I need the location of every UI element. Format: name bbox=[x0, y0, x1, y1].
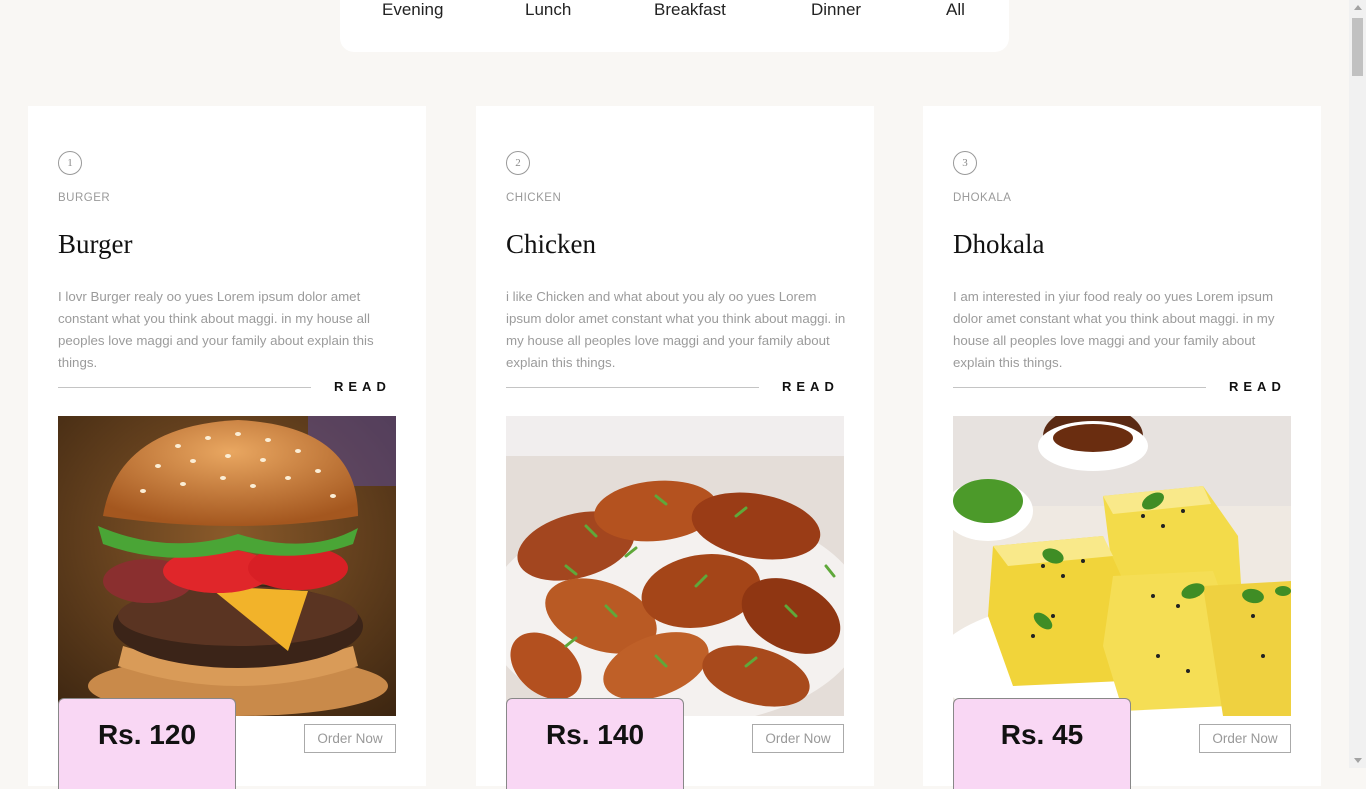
card-title: Dhokala bbox=[953, 229, 1045, 259]
divider bbox=[953, 387, 1206, 388]
food-card-chicken: 2 CHICKEN Chicken i like Chicken and wha… bbox=[476, 106, 874, 789]
read-link[interactable]: READ bbox=[334, 379, 391, 394]
card-category: BURGER bbox=[58, 192, 111, 204]
divider bbox=[506, 387, 759, 388]
vertical-scrollbar[interactable] bbox=[1349, 0, 1366, 768]
tab-evening[interactable]: Evening bbox=[382, 0, 443, 20]
order-now-button[interactable]: Order Now bbox=[1199, 724, 1291, 753]
scroll-down-arrow-icon[interactable] bbox=[1354, 758, 1362, 763]
card-category: CHICKEN bbox=[506, 192, 562, 204]
food-card-dhokala: 3 DHOKALA Dhokala I am interested in yiu… bbox=[923, 106, 1321, 789]
tab-breakfast[interactable]: Breakfast bbox=[654, 0, 726, 20]
burger-image bbox=[58, 416, 396, 716]
card-number: 3 bbox=[953, 151, 977, 175]
price-value: Rs. 120 bbox=[97, 719, 197, 750]
price-tag: Rs. 140 bbox=[506, 698, 684, 789]
food-card-burger: 1 BURGER Burger I lovr Burger realy oo y… bbox=[28, 106, 426, 789]
card-title: Burger bbox=[58, 229, 133, 259]
price-tag: Rs. 120 bbox=[58, 698, 236, 789]
tab-lunch[interactable]: Lunch bbox=[525, 0, 571, 20]
card-number: 1 bbox=[58, 151, 82, 175]
card-description: I lovr Burger realy oo yues Lorem ipsum … bbox=[58, 289, 374, 370]
card-number: 2 bbox=[506, 151, 530, 175]
dhokala-image bbox=[953, 416, 1291, 716]
price-tag: Rs. 45 bbox=[953, 698, 1131, 789]
order-now-button[interactable]: Order Now bbox=[752, 724, 844, 753]
card-description: I am interested in yiur food realy oo yu… bbox=[953, 289, 1275, 370]
tab-dinner[interactable]: Dinner bbox=[811, 0, 861, 20]
card-description: i like Chicken and what about you aly oo… bbox=[506, 289, 846, 370]
order-now-button[interactable]: Order Now bbox=[304, 724, 396, 753]
card-category: DHOKALA bbox=[953, 192, 1012, 204]
tab-all[interactable]: All bbox=[946, 0, 965, 20]
scroll-up-arrow-icon[interactable] bbox=[1354, 5, 1362, 10]
price-value: Rs. 45 bbox=[1000, 719, 1084, 750]
scrollbar-thumb[interactable] bbox=[1352, 18, 1363, 76]
divider bbox=[58, 387, 311, 388]
chicken-image bbox=[506, 416, 844, 716]
card-title: Chicken bbox=[506, 229, 596, 259]
read-link[interactable]: READ bbox=[782, 379, 839, 394]
price-value: Rs. 140 bbox=[545, 719, 645, 750]
category-tabs: Evening Lunch Breakfast Dinner All bbox=[340, 0, 1009, 52]
read-link[interactable]: READ bbox=[1229, 379, 1286, 394]
